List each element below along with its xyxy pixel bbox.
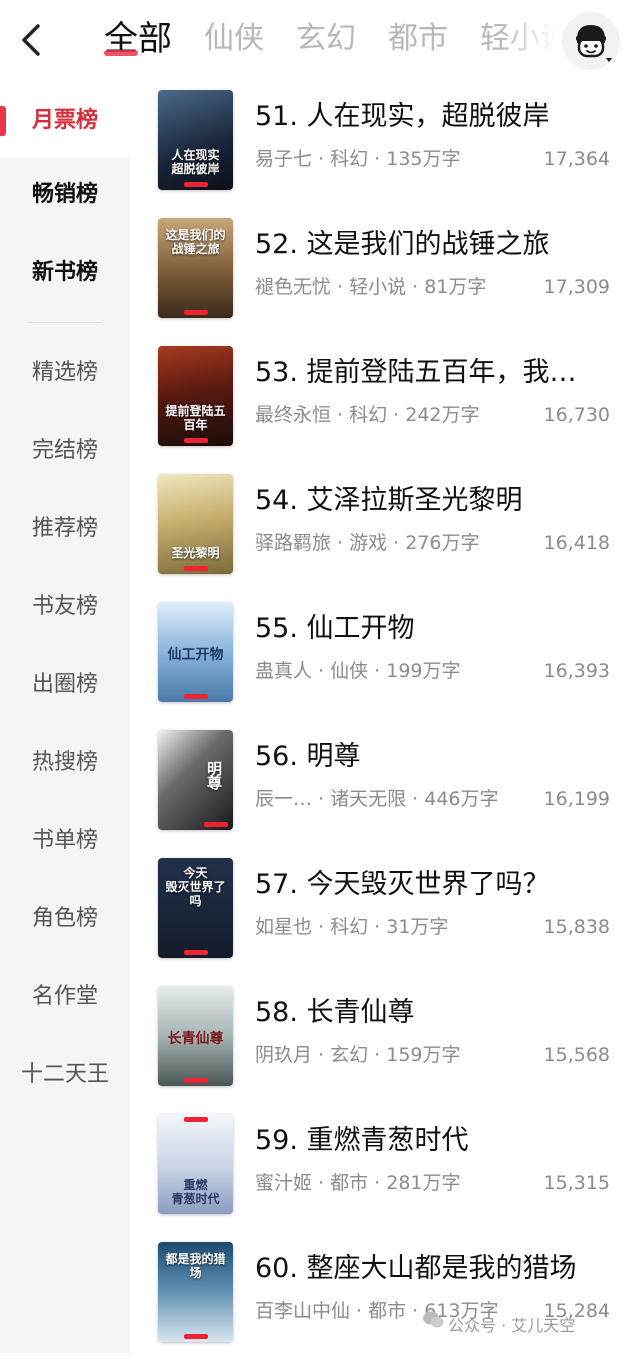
wechat-watermark: 公众号 · 艾儿天空: [423, 1311, 576, 1336]
user-avatar-icon[interactable]: [562, 12, 620, 70]
tabs-fade-overlay: [500, 10, 570, 70]
book-meta: 褪色无忧 · 轻小说 · 81万字: [255, 276, 487, 298]
back-arrow-icon[interactable]: [14, 20, 50, 60]
cover-title-text: 重燃 青葱时代: [171, 1178, 220, 1206]
sidebar-item-twelve-kings[interactable]: 十二天王: [0, 1038, 130, 1112]
sidebar-item-recommended[interactable]: 推荐榜: [0, 492, 130, 566]
sidebar-item-hot-search[interactable]: 热搜榜: [0, 726, 130, 800]
publisher-badge-icon: [184, 1117, 208, 1122]
publisher-badge-icon: [204, 822, 228, 827]
book-title[interactable]: 58. 长青仙尊: [255, 996, 625, 1030]
publisher-badge-icon: [184, 438, 208, 443]
category-tabs: 全部 仙侠 玄幻 都市 轻小说: [104, 16, 558, 66]
sidebar-item-new-books[interactable]: 新书榜: [0, 236, 130, 310]
book-cover[interactable]: 长青仙尊: [158, 986, 233, 1086]
book-meta: 驿路羁旅 · 游戏 · 276万字: [255, 532, 480, 554]
book-meta: 蜜汁姬 · 都市 · 281万字: [255, 1172, 461, 1194]
book-cover[interactable]: 重燃 青葱时代: [158, 1114, 233, 1214]
tab-dushi[interactable]: 都市: [388, 16, 448, 62]
cover-title-text: 人在现实 超脱彼岸: [171, 148, 220, 176]
book-title[interactable]: 53. 提前登陆五百年，我…: [255, 356, 625, 390]
publisher-badge-icon: [184, 566, 208, 571]
vote-count: 15,838: [543, 916, 610, 938]
cover-title-text: 圣光黎明: [171, 546, 220, 560]
watermark-text: 公众号 · 艾儿天空: [448, 1316, 576, 1335]
cover-title-text: 这是我们的 战锤之旅: [165, 228, 226, 256]
publisher-badge-icon: [184, 1334, 208, 1339]
book-title[interactable]: 54. 艾泽拉斯圣光黎明: [255, 484, 625, 518]
book-ranking-list: 人在现实 超脱彼岸 51. 人在现实，超脱彼岸 易子七 · 科幻 · 135万字…: [130, 84, 640, 1353]
book-cover[interactable]: 明尊: [158, 730, 233, 830]
publisher-badge-icon: [184, 1078, 208, 1083]
publisher-badge-icon: [184, 310, 208, 315]
vote-count: 16,418: [543, 532, 610, 554]
book-item[interactable]: 今天 毁灭世界了吗 57. 今天毁灭世界了吗？ 如星也 · 科幻 · 31万字 …: [130, 852, 640, 980]
sidebar-item-bestseller[interactable]: 畅销榜: [0, 158, 130, 232]
ranking-sidebar: 月票榜 畅销榜 新书榜 精选榜 完结榜 推荐榜 书友榜 出圈榜 热搜榜 书单榜 …: [0, 84, 130, 1353]
book-item[interactable]: 仙工开物 55. 仙工开物 蛊真人 · 仙侠 · 199万字 16,393: [130, 596, 640, 724]
book-title[interactable]: 60. 整座大山都是我的猎场: [255, 1252, 625, 1286]
sidebar-divider: [28, 322, 102, 323]
vote-count: 16,393: [543, 660, 610, 682]
vote-count: 17,309: [543, 276, 610, 298]
book-cover[interactable]: 这是我们的 战锤之旅: [158, 218, 233, 318]
book-title[interactable]: 52. 这是我们的战锤之旅: [255, 228, 625, 262]
book-meta: 蛊真人 · 仙侠 · 199万字: [255, 660, 461, 682]
sidebar-item-completed[interactable]: 完结榜: [0, 414, 130, 488]
book-item[interactable]: 这是我们的 战锤之旅 52. 这是我们的战锤之旅 褪色无忧 · 轻小说 · 81…: [130, 212, 640, 340]
book-title[interactable]: 57. 今天毁灭世界了吗？: [255, 868, 625, 902]
book-title[interactable]: 51. 人在现实，超脱彼岸: [255, 100, 625, 134]
cover-title-text: 明尊: [206, 760, 222, 792]
book-title[interactable]: 55. 仙工开物: [255, 612, 625, 646]
publisher-badge-icon: [184, 950, 208, 955]
book-item[interactable]: 重燃 青葱时代 59. 重燃青葱时代 蜜汁姬 · 都市 · 281万字 15,3…: [130, 1108, 640, 1236]
tab-xianxia[interactable]: 仙侠: [204, 16, 264, 62]
vote-count: 16,199: [543, 788, 610, 810]
active-tab-indicator: [104, 50, 138, 56]
book-item[interactable]: 都是我的猎场 60. 整座大山都是我的猎场 百李山中仙 · 都市 · 613万字…: [130, 1236, 640, 1364]
sidebar-item-breakout[interactable]: 出圈榜: [0, 648, 130, 722]
publisher-badge-icon: [184, 182, 208, 187]
book-cover[interactable]: 今天 毁灭世界了吗: [158, 858, 233, 958]
book-cover[interactable]: 圣光黎明: [158, 474, 233, 574]
vote-count: 16,730: [543, 404, 610, 426]
book-item[interactable]: 明尊 56. 明尊 辰一… · 诸天无限 · 446万字 16,199: [130, 724, 640, 852]
book-title[interactable]: 56. 明尊: [255, 740, 625, 774]
tab-xuanhuan[interactable]: 玄幻: [296, 16, 356, 62]
book-title[interactable]: 59. 重燃青葱时代: [255, 1124, 625, 1158]
top-bar: 全部 仙侠 玄幻 都市 轻小说: [0, 0, 640, 84]
cover-title-text: 长青仙尊: [167, 1031, 224, 1047]
cover-title-text: 今天 毁灭世界了吗: [165, 866, 226, 908]
sidebar-item-reader-friends[interactable]: 书友榜: [0, 570, 130, 644]
book-cover[interactable]: 人在现实 超脱彼岸: [158, 90, 233, 190]
book-item[interactable]: 长青仙尊 58. 长青仙尊 阴玖月 · 玄幻 · 159万字 15,568: [130, 980, 640, 1108]
book-meta: 易子七 · 科幻 · 135万字: [255, 148, 461, 170]
book-cover[interactable]: 提前登陆五百年: [158, 346, 233, 446]
book-meta: 阴玖月 · 玄幻 · 159万字: [255, 1044, 461, 1066]
vote-count: 15,315: [543, 1172, 610, 1194]
sidebar-item-booklist[interactable]: 书单榜: [0, 804, 130, 878]
book-item[interactable]: 提前登陆五百年 53. 提前登陆五百年，我… 最终永恒 · 科幻 · 242万字…: [130, 340, 640, 468]
book-meta: 辰一… · 诸天无限 · 446万字: [255, 788, 499, 810]
cover-title-text: 都是我的猎场: [165, 1252, 226, 1280]
book-item[interactable]: 圣光黎明 54. 艾泽拉斯圣光黎明 驿路羁旅 · 游戏 · 276万字 16,4…: [130, 468, 640, 596]
vote-count: 15,568: [543, 1044, 610, 1066]
cover-title-text: 仙工开物: [167, 647, 224, 663]
book-meta: 最终永恒 · 科幻 · 242万字: [255, 404, 480, 426]
wechat-logo-icon: [422, 1310, 444, 1330]
sidebar-item-characters[interactable]: 角色榜: [0, 882, 130, 956]
publisher-badge-icon: [184, 694, 208, 699]
vote-count: 17,364: [543, 148, 610, 170]
cover-title-text: 提前登陆五百年: [165, 404, 226, 432]
book-cover[interactable]: 都是我的猎场: [158, 1242, 233, 1342]
book-meta: 如星也 · 科幻 · 31万字: [255, 916, 449, 938]
book-cover[interactable]: 仙工开物: [158, 602, 233, 702]
sidebar-item-selected[interactable]: 精选榜: [0, 336, 130, 410]
sidebar-item-hall-of-fame[interactable]: 名作堂: [0, 960, 130, 1034]
sidebar-item-monthly-ticket[interactable]: 月票榜: [0, 84, 130, 158]
book-item[interactable]: 人在现实 超脱彼岸 51. 人在现实，超脱彼岸 易子七 · 科幻 · 135万字…: [130, 84, 640, 212]
